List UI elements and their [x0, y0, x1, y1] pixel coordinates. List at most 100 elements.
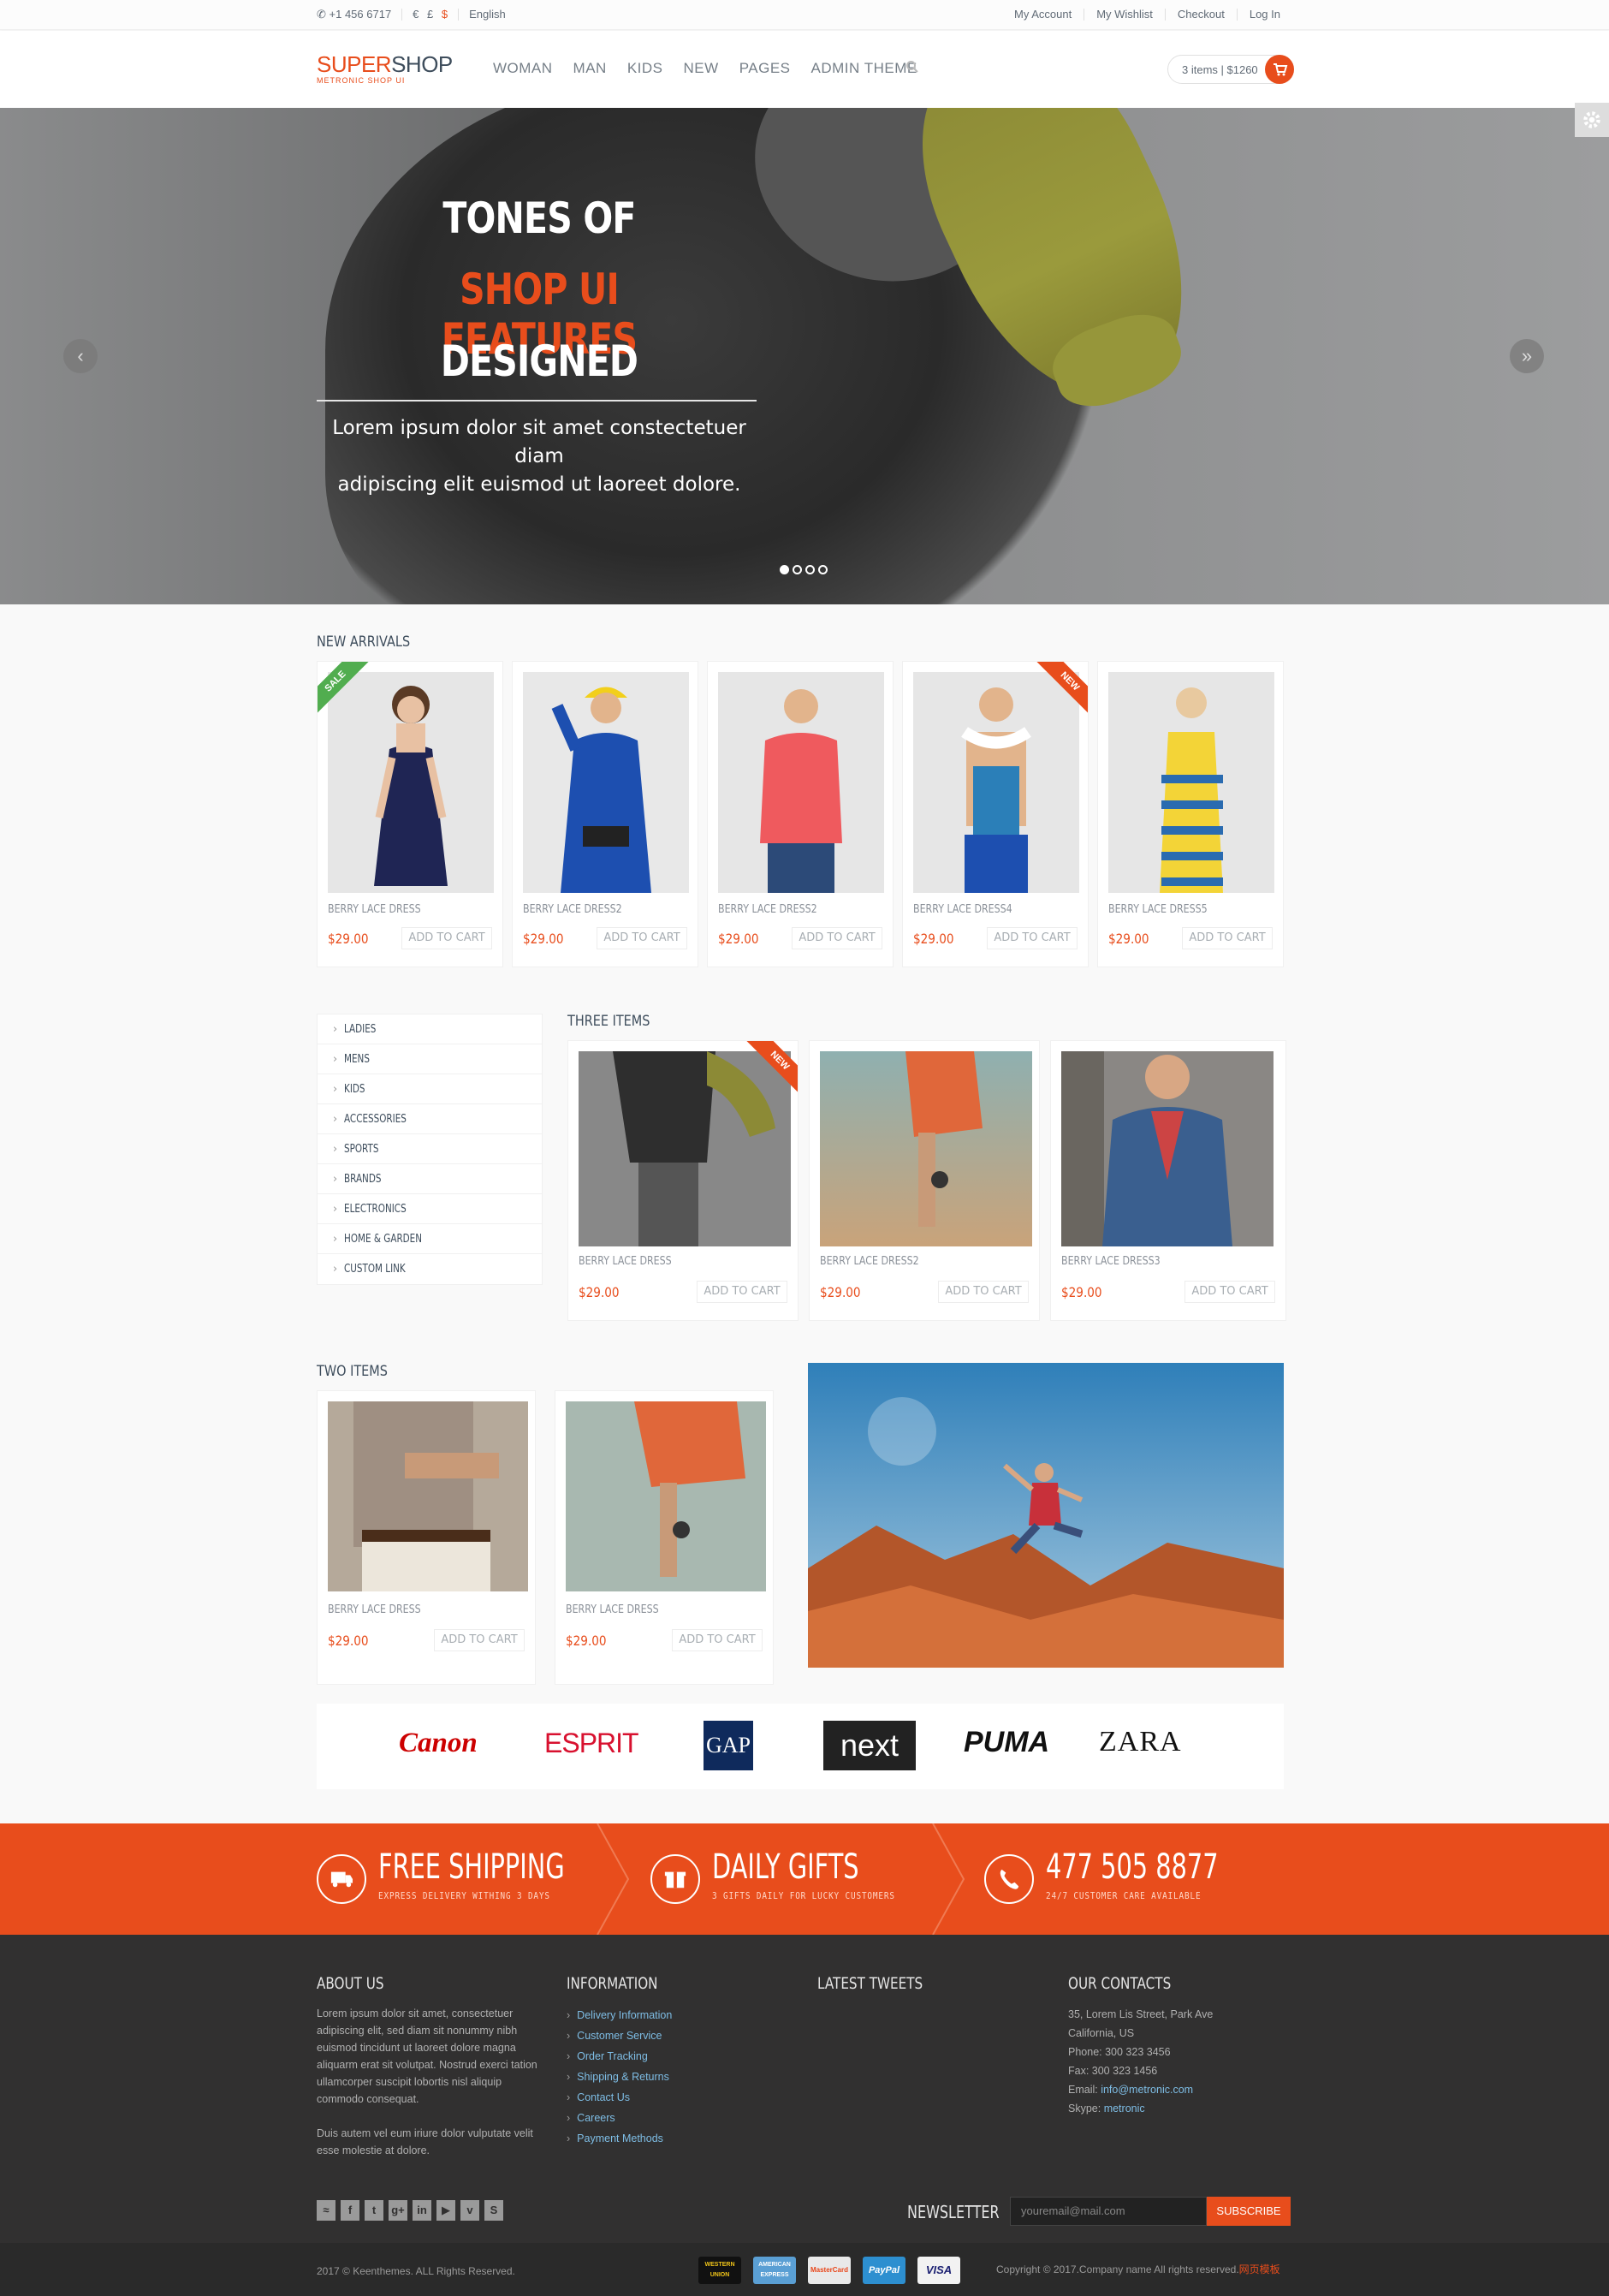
footer-link-payment[interactable]: › Payment Methods — [567, 2128, 772, 2149]
nav-man[interactable]: MAN — [563, 60, 617, 77]
product-name[interactable]: BERRY LACE DRESS2 — [523, 903, 622, 916]
checkout-link[interactable]: Checkout — [1164, 9, 1237, 21]
product-image[interactable] — [1061, 1051, 1274, 1246]
product-card[interactable]: BERRY LACE DRESS5 $29.00 ADD TO CART — [1097, 661, 1284, 967]
slider-dot[interactable] — [793, 565, 802, 574]
product-name[interactable]: BERRY LACE DRESS — [579, 1255, 672, 1268]
sidebar-item-mens[interactable]: › MENS — [318, 1044, 542, 1074]
add-to-cart-button[interactable]: ADD TO CART — [697, 1281, 787, 1303]
footer-link-shipping[interactable]: › Shipping & Returns — [567, 2067, 772, 2087]
googleplus-icon[interactable]: g+ — [389, 2200, 407, 2221]
product-name[interactable]: BERRY LACE DRESS2 — [820, 1255, 919, 1268]
sidebar-item-kids[interactable]: › KIDS — [318, 1074, 542, 1104]
facebook-icon[interactable]: f — [341, 2200, 359, 2221]
add-to-cart-button[interactable]: ADD TO CART — [1184, 1281, 1275, 1303]
youtube-icon[interactable]: ▶ — [436, 2200, 455, 2221]
newsletter-email-input[interactable]: youremail@mail.com — [1010, 2197, 1207, 2226]
settings-gear-icon[interactable] — [1575, 103, 1609, 137]
hero-description: Lorem ipsum dolor sit amet constectetuer… — [317, 414, 762, 499]
product-image[interactable] — [523, 672, 689, 893]
slider-next-button[interactable]: » — [1510, 339, 1544, 373]
sidebar-item-home-garden[interactable]: › HOME & GARDEN — [318, 1224, 542, 1254]
cart-widget[interactable]: 3 items | $1260 — [1167, 55, 1294, 84]
promo-banner-image[interactable] — [808, 1363, 1284, 1668]
add-to-cart-button[interactable]: ADD TO CART — [434, 1629, 525, 1651]
nav-woman[interactable]: WOMAN — [493, 60, 563, 77]
product-card[interactable]: BERRY LACE DRESS2 $29.00 ADD TO CART — [809, 1040, 1040, 1321]
brand-logo-esprit[interactable]: ESPRIT — [544, 1728, 639, 1759]
skype-icon[interactable]: S — [484, 2200, 503, 2221]
language-selector[interactable]: English — [459, 9, 516, 21]
slider-dot[interactable] — [805, 565, 815, 574]
product-image[interactable] — [718, 672, 884, 893]
product-card[interactable]: NEW BERRY LACE DRESS4 $29.00 ADD TO CART — [902, 661, 1089, 967]
linkedin-icon[interactable]: in — [413, 2200, 431, 2221]
search-icon[interactable] — [905, 60, 919, 74]
logo-shop: SHOP — [391, 51, 453, 77]
product-name[interactable]: BERRY LACE DRESS3 — [1061, 1255, 1161, 1268]
add-to-cart-button[interactable]: ADD TO CART — [792, 927, 882, 949]
vimeo-icon[interactable]: v — [460, 2200, 479, 2221]
logo[interactable]: SUPERSHOP METRONIC SHOP UI — [317, 51, 453, 85]
sidebar-item-custom-link[interactable]: › CUSTOM LINK — [318, 1254, 542, 1284]
add-to-cart-button[interactable]: ADD TO CART — [938, 1281, 1029, 1303]
template-link[interactable]: 网页模板 — [1239, 2263, 1280, 2275]
currency-euro[interactable]: € — [413, 8, 419, 21]
product-name[interactable]: BERRY LACE DRESS — [328, 1603, 421, 1616]
product-card[interactable]: BERRY LACE DRESS $29.00 ADD TO CART — [555, 1390, 774, 1685]
footer-link-delivery[interactable]: › Delivery Information — [567, 2005, 772, 2025]
product-image[interactable] — [1108, 672, 1274, 893]
nav-kids[interactable]: KIDS — [617, 60, 674, 77]
add-to-cart-button[interactable]: ADD TO CART — [987, 927, 1078, 949]
login-link[interactable]: Log In — [1236, 9, 1292, 21]
sidebar-item-brands[interactable]: › BRANDS — [318, 1164, 542, 1194]
product-image[interactable] — [820, 1051, 1032, 1246]
footer-link-customer-service[interactable]: › Customer Service — [567, 2025, 772, 2046]
sidebar-item-ladies[interactable]: › LADIES — [318, 1014, 542, 1044]
brand-logo-gap[interactable]: GAP — [704, 1721, 753, 1770]
footer-link-order-tracking[interactable]: › Order Tracking — [567, 2046, 772, 2067]
rss-icon[interactable]: ≈ — [317, 2200, 335, 2221]
add-to-cart-button[interactable]: ADD TO CART — [672, 1629, 763, 1651]
product-card[interactable]: BERRY LACE DRESS3 $29.00 ADD TO CART — [1050, 1040, 1286, 1321]
product-card[interactable]: BERRY LACE DRESS $29.00 ADD TO CART — [317, 1390, 536, 1685]
product-card[interactable]: BERRY LACE DRESS2 $29.00 ADD TO CART — [707, 661, 894, 967]
product-name[interactable]: BERRY LACE DRESS — [566, 1603, 659, 1616]
sidebar-item-sports[interactable]: › SPORTS — [318, 1134, 542, 1164]
slider-dot[interactable] — [780, 565, 789, 574]
product-name[interactable]: BERRY LACE DRESS2 — [718, 903, 817, 916]
twitter-icon[interactable]: t — [365, 2200, 383, 2221]
nav-pages[interactable]: PAGES — [729, 60, 801, 77]
brand-logo-zara[interactable]: ZARA — [1099, 1726, 1182, 1758]
product-card[interactable]: BERRY LACE DRESS2 $29.00 ADD TO CART — [512, 661, 698, 967]
product-name[interactable]: BERRY LACE DRESS5 — [1108, 903, 1208, 916]
add-to-cart-button[interactable]: ADD TO CART — [401, 927, 492, 949]
slider-dot[interactable] — [818, 565, 828, 574]
product-image[interactable] — [566, 1401, 766, 1591]
currency-switcher[interactable]: € £ $ — [402, 8, 460, 21]
cart-icon[interactable] — [1265, 55, 1294, 84]
product-card[interactable]: SALE BERRY LACE DRESS $29.00 ADD TO CART — [317, 661, 503, 967]
sidebar-item-accessories[interactable]: › ACCESSORIES — [318, 1104, 542, 1134]
slider-prev-button[interactable]: ‹ — [63, 339, 98, 373]
add-to-cart-button[interactable]: ADD TO CART — [1182, 927, 1273, 949]
brand-logo-puma[interactable]: PUMA — [964, 1726, 1049, 1759]
product-card[interactable]: NEW BERRY LACE DRESS $29.00 ADD TO CART — [567, 1040, 799, 1321]
currency-dollar[interactable]: $ — [442, 8, 448, 21]
currency-pound[interactable]: £ — [427, 8, 433, 21]
subscribe-button[interactable]: SUBSCRIBE — [1207, 2197, 1291, 2226]
brand-logo-canon[interactable]: Canon — [399, 1728, 478, 1759]
brand-logo-next[interactable]: next — [823, 1721, 916, 1770]
product-name[interactable]: BERRY LACE DRESS4 — [913, 903, 1012, 916]
product-image[interactable] — [328, 1401, 528, 1591]
footer-link-careers[interactable]: › Careers — [567, 2108, 772, 2128]
contact-email-link[interactable]: info@metronic.com — [1101, 2084, 1193, 2096]
product-name[interactable]: BERRY LACE DRESS — [328, 903, 421, 916]
my-account-link[interactable]: My Account — [1002, 9, 1084, 21]
footer-link-contact[interactable]: › Contact Us — [567, 2087, 772, 2108]
contact-skype-link[interactable]: metronic — [1104, 2103, 1145, 2115]
my-wishlist-link[interactable]: My Wishlist — [1084, 9, 1165, 21]
add-to-cart-button[interactable]: ADD TO CART — [597, 927, 687, 949]
sidebar-item-electronics[interactable]: › ELECTRONICS — [318, 1194, 542, 1224]
nav-new[interactable]: NEW — [674, 60, 729, 77]
